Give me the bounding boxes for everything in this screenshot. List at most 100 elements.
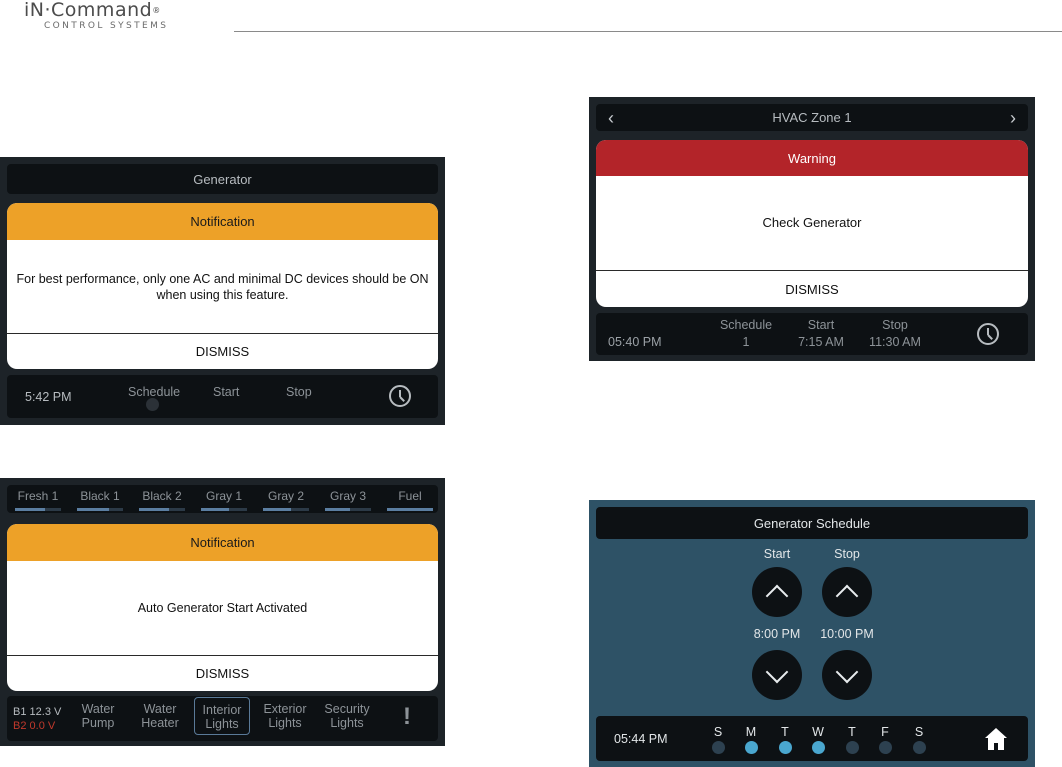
clock-time: 5:42 PM — [25, 390, 72, 404]
day-toggle[interactable] — [846, 741, 859, 754]
control-label: Pump — [81, 716, 115, 730]
registered-mark: ® — [152, 6, 161, 15]
schedule-label: Schedule — [719, 318, 773, 332]
tank-level-fill — [139, 508, 169, 511]
schedule-info: Schedule 1 — [711, 317, 781, 351]
start-label: Start — [213, 385, 240, 399]
tank-level-fill — [325, 508, 351, 511]
stop-up-button[interactable] — [822, 567, 872, 617]
clock-icon[interactable] — [389, 385, 411, 407]
tank-level-fill — [15, 508, 45, 511]
start-info: Start 7:15 AM — [786, 317, 856, 351]
tank-level-bar — [15, 508, 61, 511]
battery-1-value: 12.3 V — [29, 706, 62, 718]
tank-level-fill — [387, 508, 433, 511]
notification-message: Auto Generator Start Activated — [137, 601, 308, 615]
clock-time: 05:40 PM — [608, 335, 662, 349]
alert-icon[interactable]: ! — [403, 703, 411, 731]
stop-value: 11:30 AM — [869, 335, 921, 349]
start-up-button[interactable] — [752, 567, 802, 617]
stop-label: Stop — [286, 385, 312, 399]
stop-label: Stop — [882, 318, 908, 332]
generator-status-bar: 5:42 PM Schedule Start Stop — [7, 375, 438, 418]
brand-name: iN·Command — [24, 0, 153, 21]
day-letter: M — [745, 725, 757, 739]
day-toggle[interactable] — [812, 741, 825, 754]
security-lights-button[interactable]: Security Lights — [319, 702, 375, 740]
day-toggle[interactable] — [745, 741, 758, 754]
tank-label: Gray 2 — [267, 489, 304, 503]
schedule-value: 1 — [742, 335, 750, 349]
tank-label: Fresh 1 — [17, 489, 59, 503]
day-toggle[interactable] — [879, 741, 892, 754]
day-toggle[interactable] — [712, 741, 725, 754]
tanks-screen: Fresh 1 Black 1 Black 2 Gray 1 Gray 2 Gray 3 F… — [0, 478, 445, 746]
start-down-button[interactable] — [752, 650, 802, 700]
hvac-title-bar: ‹ HVAC Zone 1 › — [596, 104, 1028, 131]
dismiss-button[interactable]: DISMISS — [7, 333, 438, 369]
header-divider — [234, 31, 1062, 32]
control-label: Exterior — [263, 702, 307, 716]
tank-level-bar — [139, 508, 185, 511]
day-letter: S — [914, 725, 924, 739]
stop-down-button[interactable] — [822, 650, 872, 700]
tank-level-bar — [387, 508, 433, 511]
control-bar: B1 12.3 V B2 0.0 V Water Pump Water Heat… — [7, 696, 438, 741]
start-time: 8:00 PM — [753, 627, 801, 641]
clock-icon[interactable] — [977, 323, 999, 345]
tank-levels-bar: Fresh 1 Black 1 Black 2 Gray 1 Gray 2 Gray 3 F… — [7, 485, 438, 513]
tank-label: Gray 3 — [329, 489, 366, 503]
chevron-up-icon — [765, 584, 789, 608]
dismiss-button[interactable]: DISMISS — [596, 270, 1028, 307]
control-label: Lights — [205, 717, 239, 731]
tank-label: Black 2 — [142, 489, 182, 503]
hvac-status-bar: 05:40 PM Schedule 1 Start 7:15 AM Stop 1… — [596, 313, 1028, 355]
notification-dialog: Notification Auto Generator Start Activa… — [7, 524, 438, 691]
battery-readout: B1 12.3 V B2 0.0 V — [13, 705, 61, 733]
tank-level-fill — [201, 508, 229, 511]
stop-info: Stop 11:30 AM — [860, 317, 930, 351]
chevron-down-icon — [765, 660, 789, 684]
day-toggle[interactable] — [913, 741, 926, 754]
schedule-screen: Generator Schedule Start Stop 8:00 PM 10… — [589, 500, 1035, 767]
control-label: Lights — [268, 716, 302, 730]
chevron-down-icon — [835, 660, 859, 684]
home-icon[interactable] — [983, 726, 1009, 752]
hvac-screen: ‹ HVAC Zone 1 › Warning Check Generator … — [589, 97, 1035, 361]
day-letter: T — [781, 725, 789, 739]
day-toggle[interactable] — [779, 741, 792, 754]
notification-message: For best performance, only one AC and mi… — [16, 271, 429, 302]
battery-1-label: B1 — [13, 706, 27, 718]
tank-level-fill — [77, 508, 110, 511]
brand-tagline: CONTROL SYSTEMS — [44, 21, 169, 31]
control-label: Water — [143, 702, 177, 716]
water-pump-button[interactable]: Water Pump — [70, 702, 126, 740]
control-label: Lights — [330, 716, 364, 730]
battery-2-label: B2 — [13, 720, 27, 732]
interior-lights-button[interactable]: Interior Lights — [194, 697, 250, 735]
control-label: Security — [324, 702, 370, 716]
warning-header: Warning — [596, 140, 1028, 176]
schedule-status-bar: 05:44 PM S M T W T F S — [596, 716, 1028, 761]
brand-logo: iN·Command® CONTROL SYSTEMS — [24, 0, 224, 36]
chevron-up-icon — [835, 584, 859, 608]
exterior-lights-button[interactable]: Exterior Lights — [257, 702, 313, 740]
stop-time: 10:00 PM — [820, 627, 874, 641]
day-letter: S — [713, 725, 723, 739]
tank-label: Fuel — [398, 489, 422, 503]
schedule-label: Schedule — [128, 385, 181, 399]
stop-label: Stop — [834, 547, 860, 561]
start-label: Start — [807, 318, 835, 332]
generator-title-bar: Generator — [7, 164, 438, 194]
day-letter: F — [881, 725, 889, 739]
notification-header: Notification — [7, 203, 438, 240]
chevron-right-icon[interactable]: › — [1010, 108, 1016, 129]
battery-2-value: 0.0 V — [29, 720, 56, 732]
dismiss-button[interactable]: DISMISS — [7, 655, 438, 691]
water-heater-button[interactable]: Water Heater — [132, 702, 188, 740]
control-label: Interior — [202, 703, 242, 717]
tank-level-bar — [201, 508, 247, 511]
tank-level-fill — [263, 508, 291, 511]
notification-dialog: Notification For best performance, only … — [7, 203, 438, 369]
tank-level-bar — [77, 508, 123, 511]
